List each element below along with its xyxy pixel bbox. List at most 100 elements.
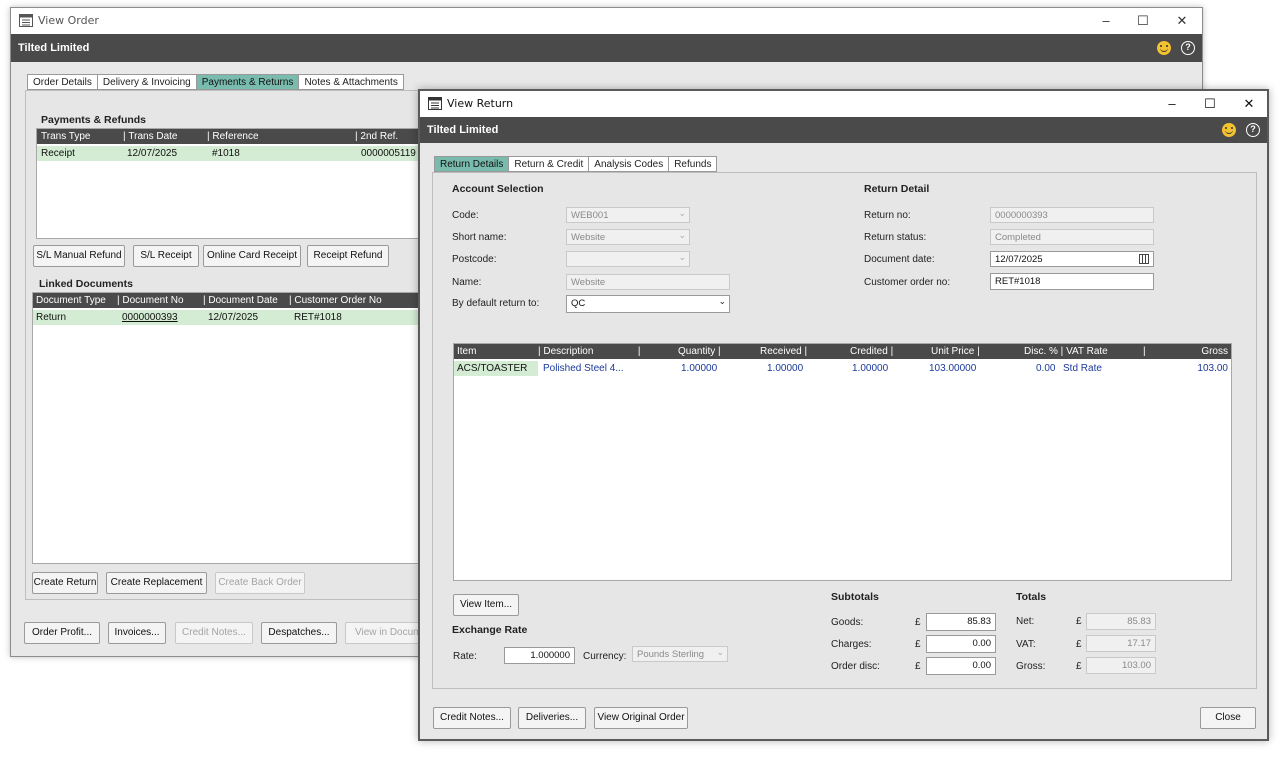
col-quantity[interactable]: Quantity | [678,346,721,357]
col-disc[interactable]: Disc. % | VAT Rate [1024,346,1108,357]
receipt-refund-button[interactable]: Receipt Refund [307,245,389,267]
cell-quantity: 1.00000 [681,363,718,374]
calendar-icon[interactable] [1139,254,1149,264]
order-profit-button[interactable]: Order Profit... [24,622,100,644]
default-return-select[interactable]: QC ⌄ [566,295,730,313]
return-no-field[interactable]: 0000000393 [990,207,1154,223]
col-item[interactable]: Item [457,346,476,357]
return-detail-title: Return Detail [864,183,930,195]
rate-field[interactable]: 1.000000 [504,647,575,664]
document-no-link[interactable]: 0000000393 [122,312,178,323]
help-icon[interactable]: ? [1246,123,1260,137]
close-window-button[interactable]: ✕ [1167,12,1197,30]
order-tabs: Order Details Delivery & Invoicing Payme… [27,74,404,90]
code-value: WEB001 [571,210,609,221]
col-reference[interactable]: | Reference [207,131,259,142]
table-row[interactable]: Return 0000000393 12/07/2025 RET#1018 [33,310,435,325]
cell-document-type: Return [36,312,67,323]
col-document-type[interactable]: Document Type [36,295,106,306]
order-disc-field[interactable]: 0.00 [926,657,996,675]
tab-order-details[interactable]: Order Details [27,74,97,90]
view-item-button[interactable]: View Item... [453,594,519,616]
col-2nd-ref-label: 2nd Ref. [360,131,399,142]
close-button[interactable]: Close [1200,707,1256,729]
smiley-icon[interactable] [1222,123,1236,137]
return-company-bar: Tilted Limited ? [420,117,1267,143]
currency-label: Currency: [583,651,627,662]
chevron-down-icon: ⌄ [678,252,686,262]
name-field[interactable]: Website [566,274,730,290]
order-disc-currency: £ [915,661,921,672]
sl-manual-refund-button[interactable]: S/L Manual Refund [33,245,125,267]
credit-notes-button[interactable]: Credit Notes... [433,707,511,729]
invoices-button[interactable]: Invoices... [108,622,166,644]
col-vat-rate-label: VAT Rate [1066,346,1108,357]
minimize-button[interactable]: – [1157,95,1187,113]
col-unit-price[interactable]: Unit Price | [931,346,980,357]
table-row[interactable]: ACS/TOASTER Polished Steel 4... 1.00000 … [454,361,1231,376]
code-select[interactable]: WEB001 ⌄ [566,207,690,223]
col-document-no[interactable]: | Document No [117,295,184,306]
tab-payments-returns[interactable]: Payments & Returns [195,74,299,90]
charges-field[interactable]: 0.00 [926,635,996,653]
online-card-receipt-button[interactable]: Online Card Receipt [203,245,301,267]
create-return-button[interactable]: Create Return [32,572,98,594]
tab-return-details[interactable]: Return Details [434,156,509,172]
cell-unit-price: 103.00000 [929,363,977,374]
customer-order-label: Customer order no: [864,277,951,288]
col-vat-sep: | [1143,346,1146,357]
help-icon[interactable]: ? [1181,41,1195,55]
goods-field[interactable]: 85.83 [926,613,996,631]
view-original-order-button[interactable]: View Original Order [594,707,688,729]
postcode-label: Postcode: [452,254,497,265]
customer-order-field[interactable]: RET#1018 [990,273,1154,290]
col-customer-order-no[interactable]: | Customer Order No [289,295,382,306]
return-status-label: Return status: [864,232,927,243]
col-received-label: Received [760,346,802,357]
col-credited[interactable]: Credited | [850,346,893,357]
col-2nd-ref[interactable]: | 2nd Ref. [355,131,398,142]
col-document-no-label: Document No [122,295,184,306]
maximize-button[interactable]: ☐ [1195,95,1225,113]
lines-grid-header: Item | Description | Quantity | Received… [454,344,1231,359]
short-name-select[interactable]: Website ⌄ [566,229,690,245]
smiley-icon[interactable] [1157,41,1171,55]
col-trans-type[interactable]: Trans Type [41,131,90,142]
create-back-order-button[interactable]: Create Back Order [215,572,305,594]
tab-analysis-codes[interactable]: Analysis Codes [588,156,669,172]
table-row[interactable]: Receipt 12/07/2025 #1018 0000005119 [37,146,435,161]
col-document-date[interactable]: | Document Date [203,295,278,306]
despatches-button[interactable]: Despatches... [261,622,337,644]
view-in-document-button[interactable]: View in Docum [345,622,425,644]
chevron-down-icon: ⌄ [678,208,686,218]
col-gross[interactable]: Gross [1201,346,1228,357]
cell-vat-rate: Std Rate [1063,363,1102,374]
gross-label: Gross: [1016,661,1046,672]
return-status-field[interactable]: Completed [990,229,1154,245]
tab-delivery-invoicing[interactable]: Delivery & Invoicing [96,74,196,90]
maximize-button[interactable]: ☐ [1128,12,1158,30]
chevron-down-icon: ⌄ [716,647,724,657]
cell-reference: #1018 [212,148,240,159]
tab-refunds[interactable]: Refunds [668,156,718,172]
cell-credited: 1.00000 [852,363,889,374]
create-replacement-button[interactable]: Create Replacement [106,572,207,594]
credit-notes-button[interactable]: Credit Notes... [175,622,253,644]
col-received[interactable]: Received | [760,346,807,357]
view-return-window: View Return – ☐ ✕ Tilted Limited ? Retur… [418,89,1269,741]
postcode-select[interactable]: ⌄ [566,251,690,267]
close-window-button[interactable]: ✕ [1234,95,1264,113]
col-trans-date[interactable]: | Trans Date [123,131,177,142]
account-selection-title: Account Selection [452,183,544,195]
document-date-field[interactable]: 12/07/2025 [990,251,1154,267]
return-tabs: Return Details Return & Credit Analysis … [434,156,718,172]
tab-return-credit[interactable]: Return & Credit [508,156,589,172]
tab-notes-attachments[interactable]: Notes & Attachments [298,74,404,90]
col-unit-price-label: Unit Price [931,346,975,357]
sl-receipt-button[interactable]: S/L Receipt [133,245,199,267]
minimize-button[interactable]: – [1091,12,1121,30]
col-description[interactable]: | Description | [538,346,640,357]
deliveries-button[interactable]: Deliveries... [518,707,586,729]
company-name: Tilted Limited [427,124,499,136]
currency-select[interactable]: Pounds Sterling ⌄ [632,646,728,662]
